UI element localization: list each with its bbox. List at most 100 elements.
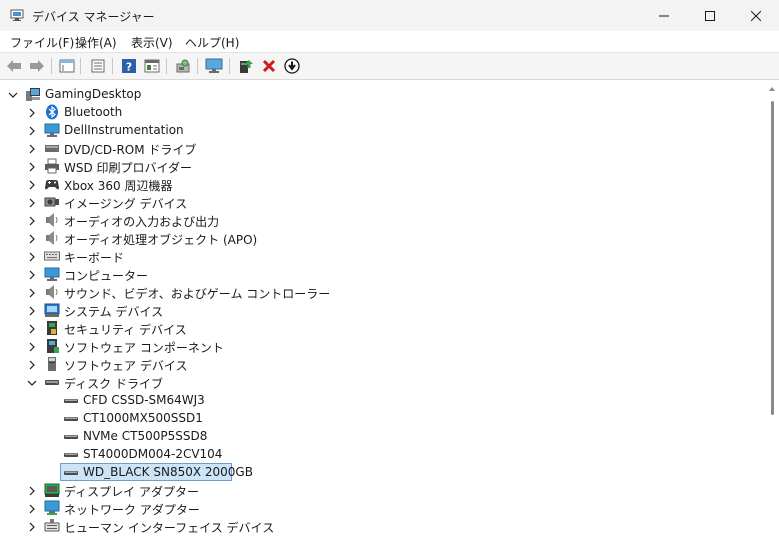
tree-device[interactable]: CT1000MX500SSD1 [0, 409, 765, 427]
properties-icon [59, 59, 75, 73]
uninstall-icon [262, 59, 276, 73]
device-tree[interactable]: GamingDesktop Bluetooth DellInstrumentatio… [0, 83, 765, 540]
disk-icon [63, 446, 79, 462]
chevron-right-icon[interactable] [27, 125, 37, 136]
list-view-button[interactable] [88, 57, 108, 75]
tree-item-label: オーディオ処理オブジェクト (APO) [64, 233, 258, 247]
tree-category[interactable]: キーボード [0, 247, 765, 265]
chevron-right-icon[interactable] [27, 233, 37, 244]
tree-category[interactable]: Xbox 360 周辺機器 [0, 175, 765, 193]
device-manager-icon [10, 8, 24, 22]
tree-category[interactable]: ディスク ドライブ [0, 373, 765, 391]
tree-category[interactable]: コンピューター [0, 265, 765, 283]
svg-text:?: ? [126, 61, 132, 74]
tree-category[interactable]: DVD/CD-ROM ドライブ [0, 139, 765, 157]
tree-item-label: ソフトウェア デバイス [64, 359, 188, 373]
dvd-drive-icon [44, 140, 60, 156]
list-view-icon [91, 59, 105, 73]
menu-file[interactable]: ファイル(F) [10, 34, 74, 51]
tree-category[interactable]: DellInstrumentation [0, 121, 765, 139]
tree-device[interactable]: NVMe CT500P5SSD8 [0, 427, 765, 445]
tree-category[interactable]: Bluetooth [0, 103, 765, 121]
scan-hardware-icon [176, 59, 190, 73]
scroll-up-icon[interactable] [769, 87, 775, 91]
tree-device[interactable]: ST4000DM004-2CV104 [0, 445, 765, 463]
update-driver-button[interactable] [236, 57, 256, 75]
tree-category[interactable]: ソフトウェア コンポーネント [0, 337, 765, 355]
tree-category[interactable]: セキュリティ デバイス [0, 319, 765, 337]
chevron-right-icon[interactable] [27, 269, 37, 280]
chevron-right-icon[interactable] [27, 485, 37, 496]
tree-item-label: イメージング デバイス [64, 197, 188, 211]
tree-category[interactable]: ディスプレイ アダプター [0, 481, 765, 499]
tree-category[interactable]: ソフトウェア デバイス [0, 355, 765, 373]
chevron-right-icon[interactable] [27, 359, 37, 370]
tree-category[interactable]: オーディオの入力および出力 [0, 211, 765, 229]
hid-icon [44, 518, 60, 534]
maximize-icon [705, 10, 715, 21]
chevron-right-icon[interactable] [27, 341, 37, 352]
monitor-button[interactable] [204, 57, 224, 75]
computer-icon [25, 86, 41, 102]
properties-sheet-button[interactable] [142, 57, 162, 75]
back-icon [7, 60, 21, 72]
chevron-down-icon[interactable] [27, 377, 37, 387]
tree-item-label: WD_BLACK SN850X 2000GB [83, 465, 253, 479]
vertical-scrollbar[interactable] [766, 83, 779, 540]
tree-item-label: キーボード [64, 251, 125, 265]
help-icon: ? [122, 59, 136, 74]
show-hide-tree-button[interactable] [57, 57, 77, 75]
network-adapter-icon [44, 500, 60, 516]
tree-item-label: サウンド、ビデオ、およびゲーム コントローラー [64, 287, 331, 301]
close-button[interactable] [733, 0, 779, 31]
chevron-right-icon[interactable] [27, 179, 37, 190]
menu-action[interactable]: 操作(A) [75, 34, 117, 51]
menu-view[interactable]: 表示(V) [131, 34, 173, 51]
back-button[interactable] [4, 57, 24, 75]
tree-category[interactable]: イメージング デバイス [0, 193, 765, 211]
scan-hardware-button[interactable] [173, 57, 193, 75]
chevron-right-icon[interactable] [27, 215, 37, 226]
chevron-right-icon[interactable] [27, 521, 37, 532]
toolbar-separator [80, 58, 81, 74]
maximize-button[interactable] [687, 0, 733, 31]
chevron-right-icon[interactable] [27, 305, 37, 316]
disk-icon [63, 392, 79, 408]
keyboard-icon [44, 248, 60, 264]
chevron-right-icon[interactable] [27, 323, 37, 334]
minimize-button[interactable] [641, 0, 687, 31]
tree-item-label: ソフトウェア コンポーネント [64, 341, 224, 355]
chevron-right-icon[interactable] [27, 503, 37, 514]
chevron-right-icon[interactable] [27, 287, 37, 298]
tree-category[interactable]: サウンド、ビデオ、およびゲーム コントローラー [0, 283, 765, 301]
tree-category[interactable]: オーディオ処理オブジェクト (APO) [0, 229, 765, 247]
tree-category[interactable]: ネットワーク アダプター [0, 499, 765, 517]
tree-category[interactable]: システム デバイス [0, 301, 765, 319]
scroll-thumb[interactable] [771, 101, 774, 415]
chevron-right-icon[interactable] [27, 143, 37, 154]
tree-item-label: Xbox 360 周辺機器 [64, 179, 173, 193]
monitor-icon [44, 266, 60, 282]
tree-category[interactable]: ヒューマン インターフェイス デバイス [0, 517, 765, 535]
uninstall-button[interactable] [259, 57, 279, 75]
tree-root[interactable]: GamingDesktop [0, 85, 765, 103]
properties-sheet-icon [144, 59, 160, 73]
chevron-right-icon[interactable] [27, 197, 37, 208]
chevron-right-icon[interactable] [27, 107, 37, 118]
chevron-right-icon[interactable] [27, 251, 37, 262]
disable-button[interactable] [282, 57, 302, 75]
toolbar: ? [0, 53, 779, 80]
chevron-right-icon[interactable] [27, 161, 37, 172]
forward-button[interactable] [27, 57, 47, 75]
tree-item-label: DVD/CD-ROM ドライブ [64, 143, 197, 157]
menu-help[interactable]: ヘルプ(H) [185, 34, 239, 51]
speaker-icon [44, 230, 60, 246]
chevron-down-icon[interactable] [8, 89, 18, 99]
display-adapter-icon [44, 482, 60, 498]
tree-category[interactable]: WSD 印刷プロバイダー [0, 157, 765, 175]
tree-item-label: Bluetooth [64, 105, 123, 119]
tree-device[interactable]: CFD CSSD-SM64WJ3 [0, 391, 765, 409]
help-button[interactable]: ? [119, 57, 139, 75]
tree-device[interactable]: WD_BLACK SN850X 2000GB [0, 463, 765, 481]
gamepad-icon [44, 176, 60, 192]
